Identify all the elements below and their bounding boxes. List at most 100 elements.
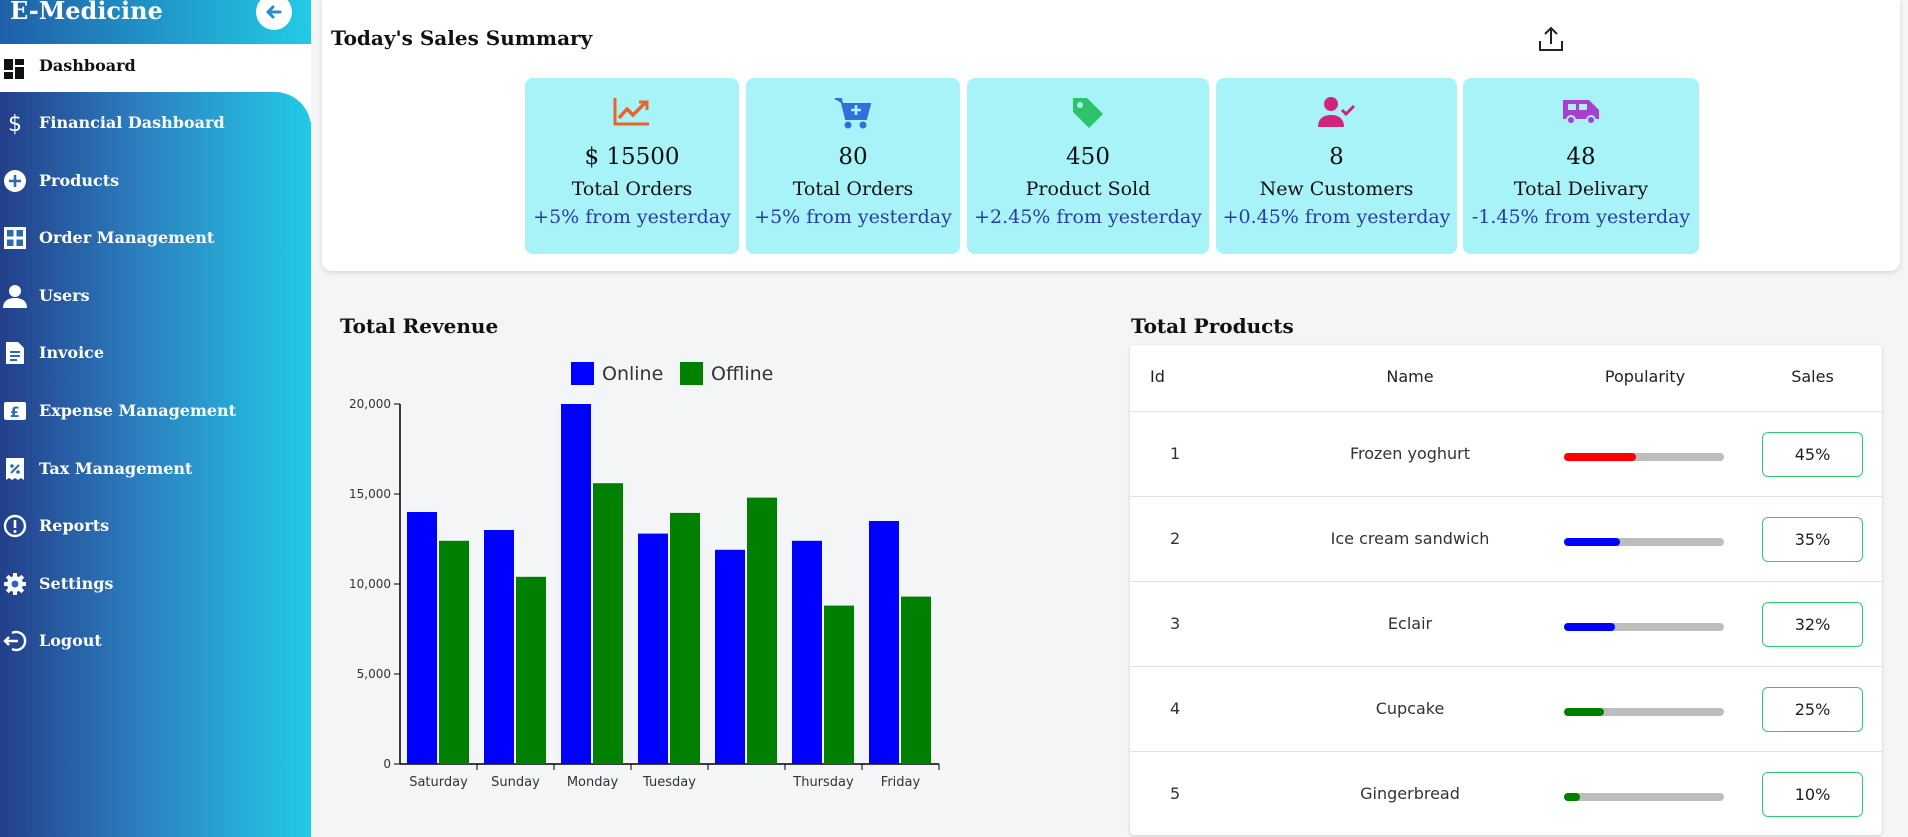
popularity-bar bbox=[1564, 623, 1724, 631]
sidebar-item-label: Order Management bbox=[39, 228, 215, 247]
sidebar-item-settings[interactable]: Settings bbox=[0, 564, 311, 604]
x-tick-label: Thursday bbox=[792, 775, 854, 790]
stat-label: Total Delivary bbox=[1513, 178, 1649, 200]
stat-card: 8 New Customers +0.45% from yesterday bbox=[1216, 78, 1457, 254]
bar bbox=[439, 540, 469, 764]
tax-icon bbox=[6, 458, 24, 480]
table-row[interactable]: 3 Eclair 32% bbox=[1130, 581, 1882, 666]
sidebar-item-invoice[interactable]: Invoice bbox=[0, 333, 311, 373]
popularity-bar bbox=[1564, 793, 1724, 801]
sidebar-item-label: Financial Dashboard bbox=[39, 113, 225, 132]
stat-card: 450 Product Sold +2.45% from yesterday bbox=[967, 78, 1209, 254]
bar bbox=[715, 549, 745, 764]
collapse-sidebar-button[interactable] bbox=[256, 0, 292, 30]
sidebar-item-label: Users bbox=[39, 286, 90, 305]
table-row[interactable]: 5 Gingerbread 10% bbox=[1130, 751, 1882, 836]
sidebar-item-label: Expense Management bbox=[39, 401, 237, 420]
table-row[interactable]: 2 Ice cream sandwich 35% bbox=[1130, 496, 1882, 581]
cell-name: Cupcake bbox=[1375, 699, 1445, 718]
cell-name: Ice cream sandwich bbox=[1330, 529, 1490, 548]
stat-change: +5% from yesterday bbox=[533, 206, 731, 228]
stat-value: 48 bbox=[1566, 144, 1596, 170]
stat-card: 80 Total Orders +5% from yesterday bbox=[746, 78, 960, 254]
sidebar-item-users[interactable]: Users bbox=[0, 276, 311, 316]
sidebar-item-expense-management[interactable]: £ Expense Management bbox=[0, 391, 311, 431]
x-tick-label: Monday bbox=[567, 775, 619, 790]
sales-badge: 35% bbox=[1762, 517, 1863, 562]
sidebar-item-dashboard[interactable]: Dashboard bbox=[0, 44, 311, 92]
legend-label: Offline bbox=[711, 363, 773, 385]
sidebar-item-reports[interactable]: Reports bbox=[0, 506, 311, 546]
sidebar-item-logout[interactable]: Logout bbox=[0, 621, 311, 661]
arrow-left-icon bbox=[266, 5, 282, 19]
van-icon bbox=[1563, 100, 1599, 125]
cell-id: 4 bbox=[1170, 699, 1181, 718]
cell-id: 3 bbox=[1170, 614, 1181, 633]
cell-id: 2 bbox=[1170, 529, 1181, 548]
column-header-sales: Sales bbox=[1791, 367, 1834, 386]
tag-icon bbox=[1073, 98, 1103, 128]
gear-icon bbox=[4, 573, 26, 595]
legend-swatch bbox=[680, 362, 703, 385]
sidebar-item-label: Reports bbox=[39, 516, 110, 535]
table-row[interactable]: 4 Cupcake 25% bbox=[1130, 666, 1882, 751]
products-table: Id Name Popularity Sales 1 Frozen yoghur… bbox=[1130, 345, 1882, 835]
sidebar-item-order-management[interactable]: Order Management bbox=[0, 218, 311, 258]
export-button[interactable] bbox=[1536, 24, 1566, 58]
sidebar-item-products[interactable]: Products bbox=[0, 161, 311, 201]
popularity-fill bbox=[1564, 623, 1616, 631]
brand-bar: E-Medicine bbox=[0, 0, 311, 44]
popularity-fill bbox=[1564, 708, 1604, 716]
brand-title: E-Medicine bbox=[10, 0, 163, 25]
trending-up-icon bbox=[613, 98, 649, 126]
y-tick-label: 10,000 bbox=[349, 577, 391, 591]
sales-badge: 45% bbox=[1762, 432, 1863, 477]
user-check-icon bbox=[1317, 97, 1355, 127]
sales-badge: 10% bbox=[1762, 772, 1863, 817]
x-tick-label: Tuesday bbox=[642, 775, 696, 790]
popularity-fill bbox=[1564, 538, 1620, 546]
stat-change: +0.45% from yesterday bbox=[1222, 206, 1451, 228]
sidebar-item-tax-management[interactable]: Tax Management bbox=[0, 449, 311, 489]
bar bbox=[824, 605, 854, 764]
svg-text:$: $ bbox=[8, 112, 22, 135]
popularity-fill bbox=[1564, 793, 1580, 801]
bar bbox=[593, 483, 623, 764]
popularity-bar bbox=[1564, 453, 1724, 461]
sales-badge: 25% bbox=[1762, 687, 1863, 732]
stat-change: -1.45% from yesterday bbox=[1471, 206, 1691, 228]
cell-name: Eclair bbox=[1387, 614, 1433, 633]
table-row[interactable]: 1 Frozen yoghurt 45% bbox=[1130, 411, 1882, 496]
stat-value: 450 bbox=[1066, 144, 1110, 170]
sales-summary-card: Today's Sales Summary $ 15500 Total Orde… bbox=[322, 0, 1900, 271]
x-tick-label: Sunday bbox=[491, 775, 540, 790]
column-header-id: Id bbox=[1150, 367, 1165, 386]
column-header-popularity: Popularity bbox=[1604, 367, 1686, 386]
stat-change: +5% from yesterday bbox=[754, 206, 952, 228]
x-tick-label: Saturday bbox=[409, 775, 468, 790]
products-title: Total Products bbox=[1131, 314, 1294, 338]
stat-card: $ 15500 Total Orders +5% from yesterday bbox=[525, 78, 739, 254]
bar bbox=[792, 540, 822, 764]
dashboard-icon bbox=[4, 59, 24, 79]
user-icon bbox=[3, 285, 27, 308]
grid-icon bbox=[4, 227, 26, 249]
bar bbox=[901, 596, 931, 764]
stat-value: $ 15500 bbox=[584, 144, 680, 170]
stat-label: Total Orders bbox=[571, 178, 693, 200]
sidebar-item-label: Invoice bbox=[39, 343, 105, 362]
bar bbox=[670, 512, 700, 764]
popularity-bar bbox=[1564, 708, 1724, 716]
cell-id: 5 bbox=[1170, 784, 1181, 803]
add-circle-icon bbox=[4, 170, 26, 192]
bar bbox=[638, 533, 668, 764]
popularity-bar bbox=[1564, 538, 1724, 546]
sidebar-item-financial-dashboard[interactable]: $ Financial Dashboard bbox=[0, 103, 311, 143]
bar bbox=[561, 404, 591, 764]
y-tick-label: 0 bbox=[383, 757, 391, 771]
stat-label: New Customers bbox=[1259, 178, 1414, 200]
x-tick-label: Friday bbox=[881, 775, 921, 790]
sidebar-item-label: Tax Management bbox=[39, 459, 193, 478]
y-tick-label: 5,000 bbox=[357, 667, 391, 681]
popularity-fill bbox=[1564, 453, 1636, 461]
